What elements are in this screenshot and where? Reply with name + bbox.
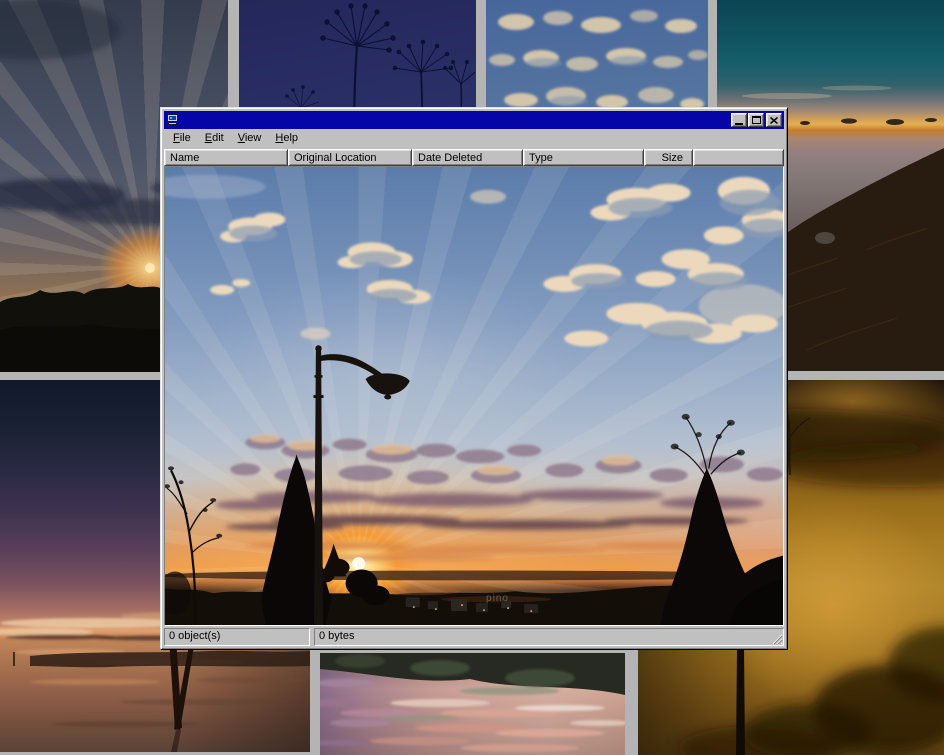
column-header-filler	[693, 149, 784, 166]
recycle-bin-window: File Edit View Help Name Original Locati…	[160, 107, 788, 650]
menu-item-help[interactable]: Help	[268, 130, 305, 148]
wallpaper-tile-water-reflection	[320, 653, 625, 755]
minimize-icon	[735, 123, 743, 125]
sun	[352, 557, 365, 570]
menu-item-file[interactable]: File	[166, 130, 198, 148]
column-header-size[interactable]: Size	[644, 149, 693, 166]
column-header-date-deleted[interactable]: Date Deleted	[412, 149, 523, 166]
title-bar[interactable]	[164, 111, 784, 129]
close-icon	[770, 117, 778, 124]
column-header-name[interactable]: Name	[164, 149, 288, 166]
content-photo-sunset-lamp: pino	[165, 167, 783, 625]
column-header-type[interactable]: Type	[523, 149, 644, 166]
minimize-button[interactable]	[731, 113, 747, 127]
menu-item-edit[interactable]: Edit	[198, 130, 231, 148]
column-header-original-location[interactable]: Original Location	[288, 149, 412, 166]
maximize-icon	[752, 116, 761, 124]
photo-scene: pino	[165, 167, 783, 625]
status-bar: 0 object(s) 0 bytes	[164, 628, 784, 646]
close-button[interactable]	[766, 113, 782, 127]
menu-item-view[interactable]: View	[231, 130, 269, 148]
photo-watermark: pino	[486, 593, 509, 604]
file-list-area[interactable]: pino	[164, 166, 784, 626]
computer-icon	[166, 113, 180, 127]
desktop: File Edit View Help Name Original Locati…	[0, 0, 944, 755]
maximize-button[interactable]	[748, 113, 764, 127]
menu-bar: File Edit View Help	[164, 129, 784, 149]
resize-grip[interactable]	[770, 632, 783, 645]
status-object-count: 0 object(s)	[164, 628, 310, 646]
column-header-row: Name Original Location Date Deleted Type…	[164, 149, 784, 166]
status-byte-count: 0 bytes	[314, 628, 784, 646]
